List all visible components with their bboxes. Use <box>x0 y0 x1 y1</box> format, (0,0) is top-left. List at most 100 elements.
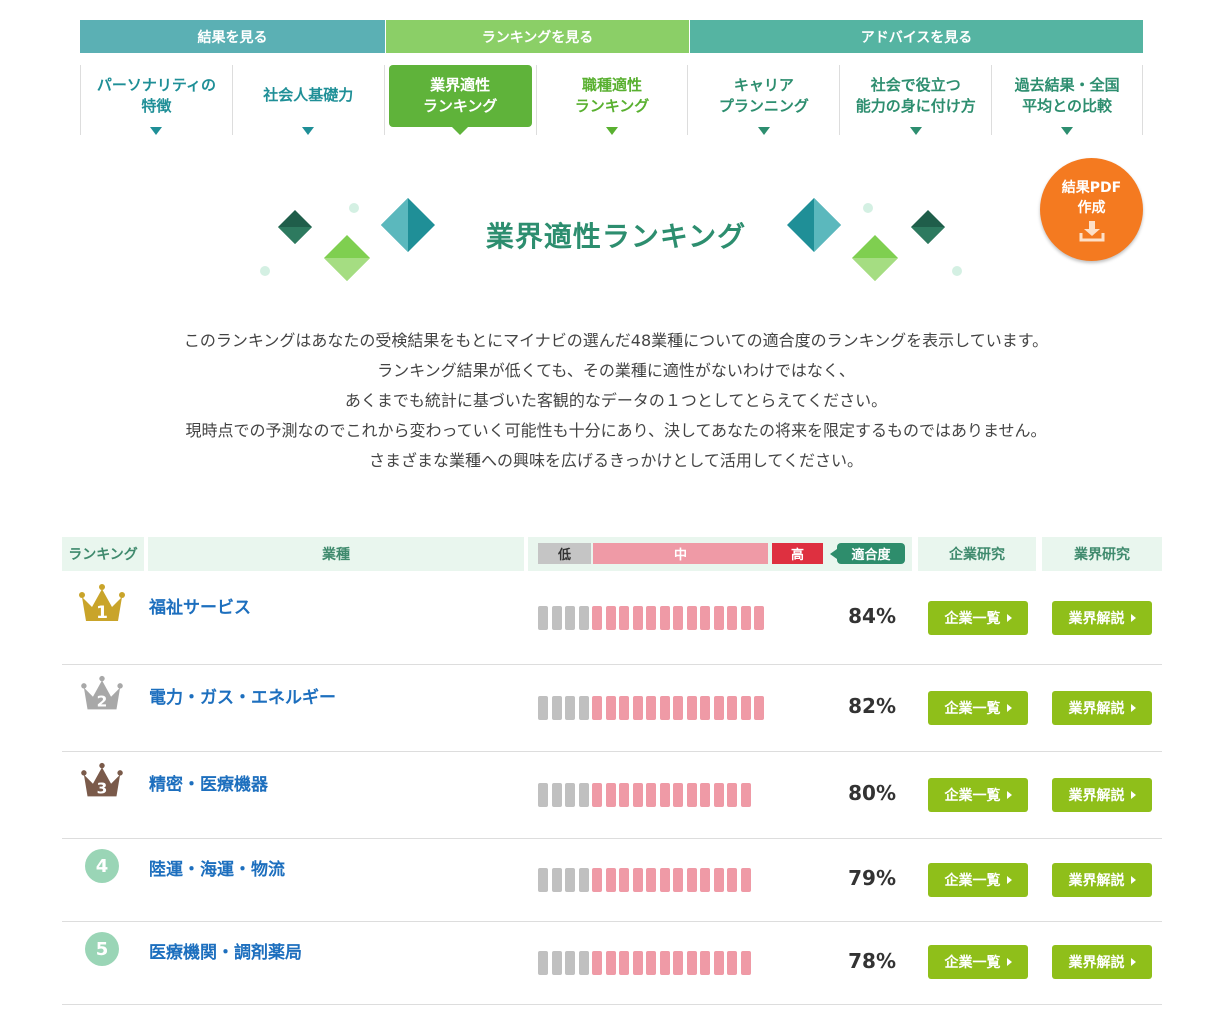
description-line: さまざまな業種への興味を広げるきっかけとして活用してください。 <box>369 451 863 470</box>
meter-segment-mid <box>646 606 656 630</box>
pdf-create-button[interactable]: 結果PDF 作成 <box>1040 158 1143 261</box>
tab-basic-skills[interactable]: 社会人基礎力 <box>231 65 384 135</box>
meter-segment-mid <box>727 696 737 720</box>
table-row: 1 福祉サービス 84% 企業一覧 業界解説 <box>62 572 1162 665</box>
meter-segment-mid <box>740 606 751 630</box>
industry-name[interactable]: 福祉サービス <box>149 593 251 618</box>
meter-segment-low <box>538 696 548 720</box>
fit-meter <box>538 951 754 975</box>
meter-segment-low <box>565 951 575 975</box>
rank-circle-icon: 4 <box>85 849 119 883</box>
scale-high: 高 <box>772 543 823 564</box>
industry-explanation-button[interactable]: 業界解説 <box>1052 691 1152 725</box>
meter-segment-mid <box>700 951 710 975</box>
company-list-button[interactable]: 企業一覧 <box>928 945 1028 979</box>
triangle-right-icon <box>1006 704 1012 712</box>
table-row: 5 医療機関・調剤薬局 78% 企業一覧 業界解説 <box>62 922 1162 1005</box>
meter-segment-low <box>551 606 562 630</box>
description-line: このランキングはあなたの受検結果をもとにマイナビの選んだ48業種についての適合度… <box>183 331 1049 350</box>
meter-segment-low <box>538 951 548 975</box>
industry-explanation-button[interactable]: 業界解説 <box>1052 863 1152 897</box>
fit-percent: 78% <box>848 949 896 973</box>
company-list-button[interactable]: 企業一覧 <box>928 863 1028 897</box>
meter-segment-low <box>565 696 575 720</box>
fit-percent: 80% <box>848 781 896 805</box>
meter-segment-mid <box>632 606 643 630</box>
meter-segment-low <box>538 606 548 630</box>
meter-segment-mid <box>659 606 670 630</box>
rank-number: 3 <box>97 780 108 798</box>
meter-segment-mid <box>673 606 683 630</box>
company-list-button[interactable]: 企業一覧 <box>928 691 1028 725</box>
industry-name[interactable]: 医療機関・調剤薬局 <box>149 938 302 963</box>
meter-segment-mid <box>659 951 670 975</box>
meter-segment-mid <box>619 696 629 720</box>
meter-segment-mid <box>740 696 751 720</box>
industry-explanation-button[interactable]: 業界解説 <box>1052 945 1152 979</box>
tab-job-ranking[interactable]: 職種適性 ランキング <box>535 65 688 135</box>
button-label: 業界解説 <box>1068 788 1125 804</box>
category-ranking[interactable]: ランキングを見る <box>385 20 689 53</box>
meter-segment-mid <box>740 783 751 807</box>
industry-explanation-button[interactable]: 業界解説 <box>1052 601 1152 635</box>
description: このランキングはあなたの受検結果をもとにマイナビの選んだ48業種についての適合度… <box>0 326 1232 476</box>
header-industry-research: 業界研究 <box>1042 537 1162 571</box>
industry-name[interactable]: 電力・ガス・エネルギー <box>149 683 336 708</box>
industry-name[interactable]: 陸運・海運・物流 <box>149 855 285 880</box>
category-advice[interactable]: アドバイスを見る <box>689 20 1143 53</box>
table-row: 4 陸運・海運・物流 79% 企業一覧 業界解説 <box>62 839 1162 922</box>
meter-segment-mid <box>646 696 656 720</box>
meter-segment-mid <box>605 606 616 630</box>
tab-label: キャリア プランニング <box>718 76 809 115</box>
bronze-crown-icon: 3 <box>81 762 123 798</box>
tab-label: パーソナリティの 特徴 <box>96 76 216 115</box>
meter-segment-mid <box>659 868 670 892</box>
meter-segment-mid <box>592 951 602 975</box>
meter-segment-mid <box>619 868 629 892</box>
pdf-button-label-1: 結果PDF <box>1061 180 1122 196</box>
meter-segment-mid <box>686 606 697 630</box>
tab-career-planning[interactable]: キャリア プランニング <box>687 65 839 135</box>
meter-segment-mid <box>700 868 710 892</box>
tab-industry-ranking[interactable]: 業界適性 ランキング <box>383 65 536 135</box>
button-label: 企業一覧 <box>944 873 1001 889</box>
triangle-right-icon <box>1006 791 1012 799</box>
rank-number: 1 <box>96 603 108 623</box>
fit-percent: 82% <box>848 694 896 718</box>
tab-past-comparison[interactable]: 過去結果・全国 平均との比較 <box>991 65 1144 135</box>
fit-meter <box>538 606 768 630</box>
meter-segment-low <box>538 783 548 807</box>
tab-personality[interactable]: パーソナリティの 特徴 <box>80 65 232 135</box>
header-company-research: 企業研究 <box>918 537 1036 571</box>
rank-number: 2 <box>97 693 108 711</box>
meter-segment-mid <box>727 951 737 975</box>
meter-segment-mid <box>592 868 602 892</box>
meter-segment-low <box>551 696 562 720</box>
fit-meter <box>538 783 754 807</box>
meter-segment-low <box>578 696 589 720</box>
meter-segment-mid <box>673 696 683 720</box>
tab-label: 社会人基礎力 <box>263 86 354 104</box>
button-label: 業界解説 <box>1068 701 1125 717</box>
triangle-right-icon <box>1006 614 1012 622</box>
table-row: 3 精密・医療機器 80% 企業一覧 業界解説 <box>62 752 1162 839</box>
industry-name[interactable]: 精密・医療機器 <box>149 770 268 795</box>
meter-segment-mid <box>673 868 683 892</box>
meter-segment-mid <box>754 696 764 720</box>
meter-segment-mid <box>686 951 697 975</box>
tab-skill-acquisition[interactable]: 社会で役立つ 能力の身に付け方 <box>839 65 991 135</box>
gold-crown-icon: 1 <box>79 584 125 623</box>
meter-segment-mid <box>605 696 616 720</box>
company-list-button[interactable]: 企業一覧 <box>928 601 1028 635</box>
triangle-down-icon <box>757 127 770 135</box>
industry-explanation-button[interactable]: 業界解説 <box>1052 778 1152 812</box>
category-bar: 結果を見る ランキングを見る アドバイスを見る <box>80 20 1143 53</box>
header-fit-scale: 低 中 高 適合度 <box>528 537 912 571</box>
company-list-button[interactable]: 企業一覧 <box>928 778 1028 812</box>
triangle-down-icon <box>606 127 618 135</box>
category-results[interactable]: 結果を見る <box>80 20 385 53</box>
meter-segment-mid <box>605 783 616 807</box>
meter-segment-low <box>578 606 589 630</box>
triangle-down-icon <box>150 127 163 135</box>
meter-segment-mid <box>619 606 629 630</box>
